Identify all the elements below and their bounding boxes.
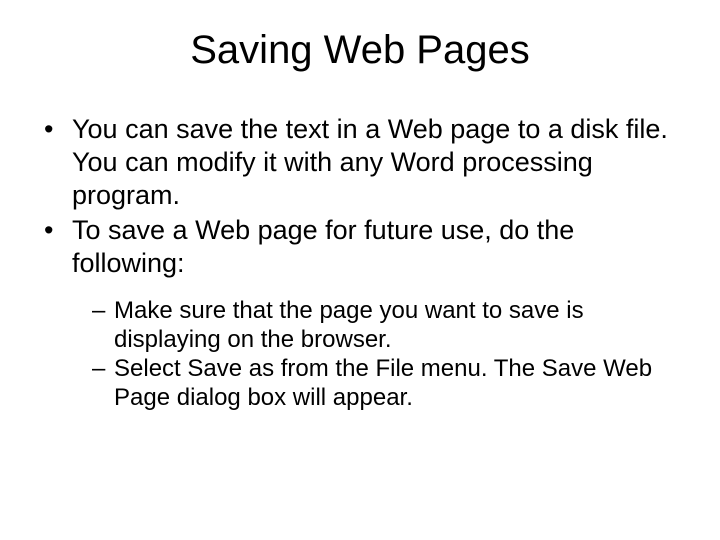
- bullet-text: To save a Web page for future use, do th…: [72, 215, 574, 278]
- sub-bullet-text: Make sure that the page you want to save…: [114, 297, 584, 353]
- bullet-item: To save a Web page for future use, do th…: [44, 214, 680, 413]
- slide: Saving Web Pages You can save the text i…: [0, 0, 720, 540]
- bullet-item: You can save the text in a Web page to a…: [44, 113, 680, 212]
- sub-bullet-item: Make sure that the page you want to save…: [92, 296, 680, 355]
- sub-bullet-list: Make sure that the page you want to save…: [72, 296, 680, 413]
- sub-bullet-text: Select Save as from the File menu. The S…: [114, 355, 652, 411]
- bullet-text: You can save the text in a Web page to a…: [72, 114, 668, 210]
- bullet-list: You can save the text in a Web page to a…: [30, 113, 690, 413]
- sub-bullet-item: Select Save as from the File menu. The S…: [92, 354, 680, 413]
- slide-title: Saving Web Pages: [30, 28, 690, 73]
